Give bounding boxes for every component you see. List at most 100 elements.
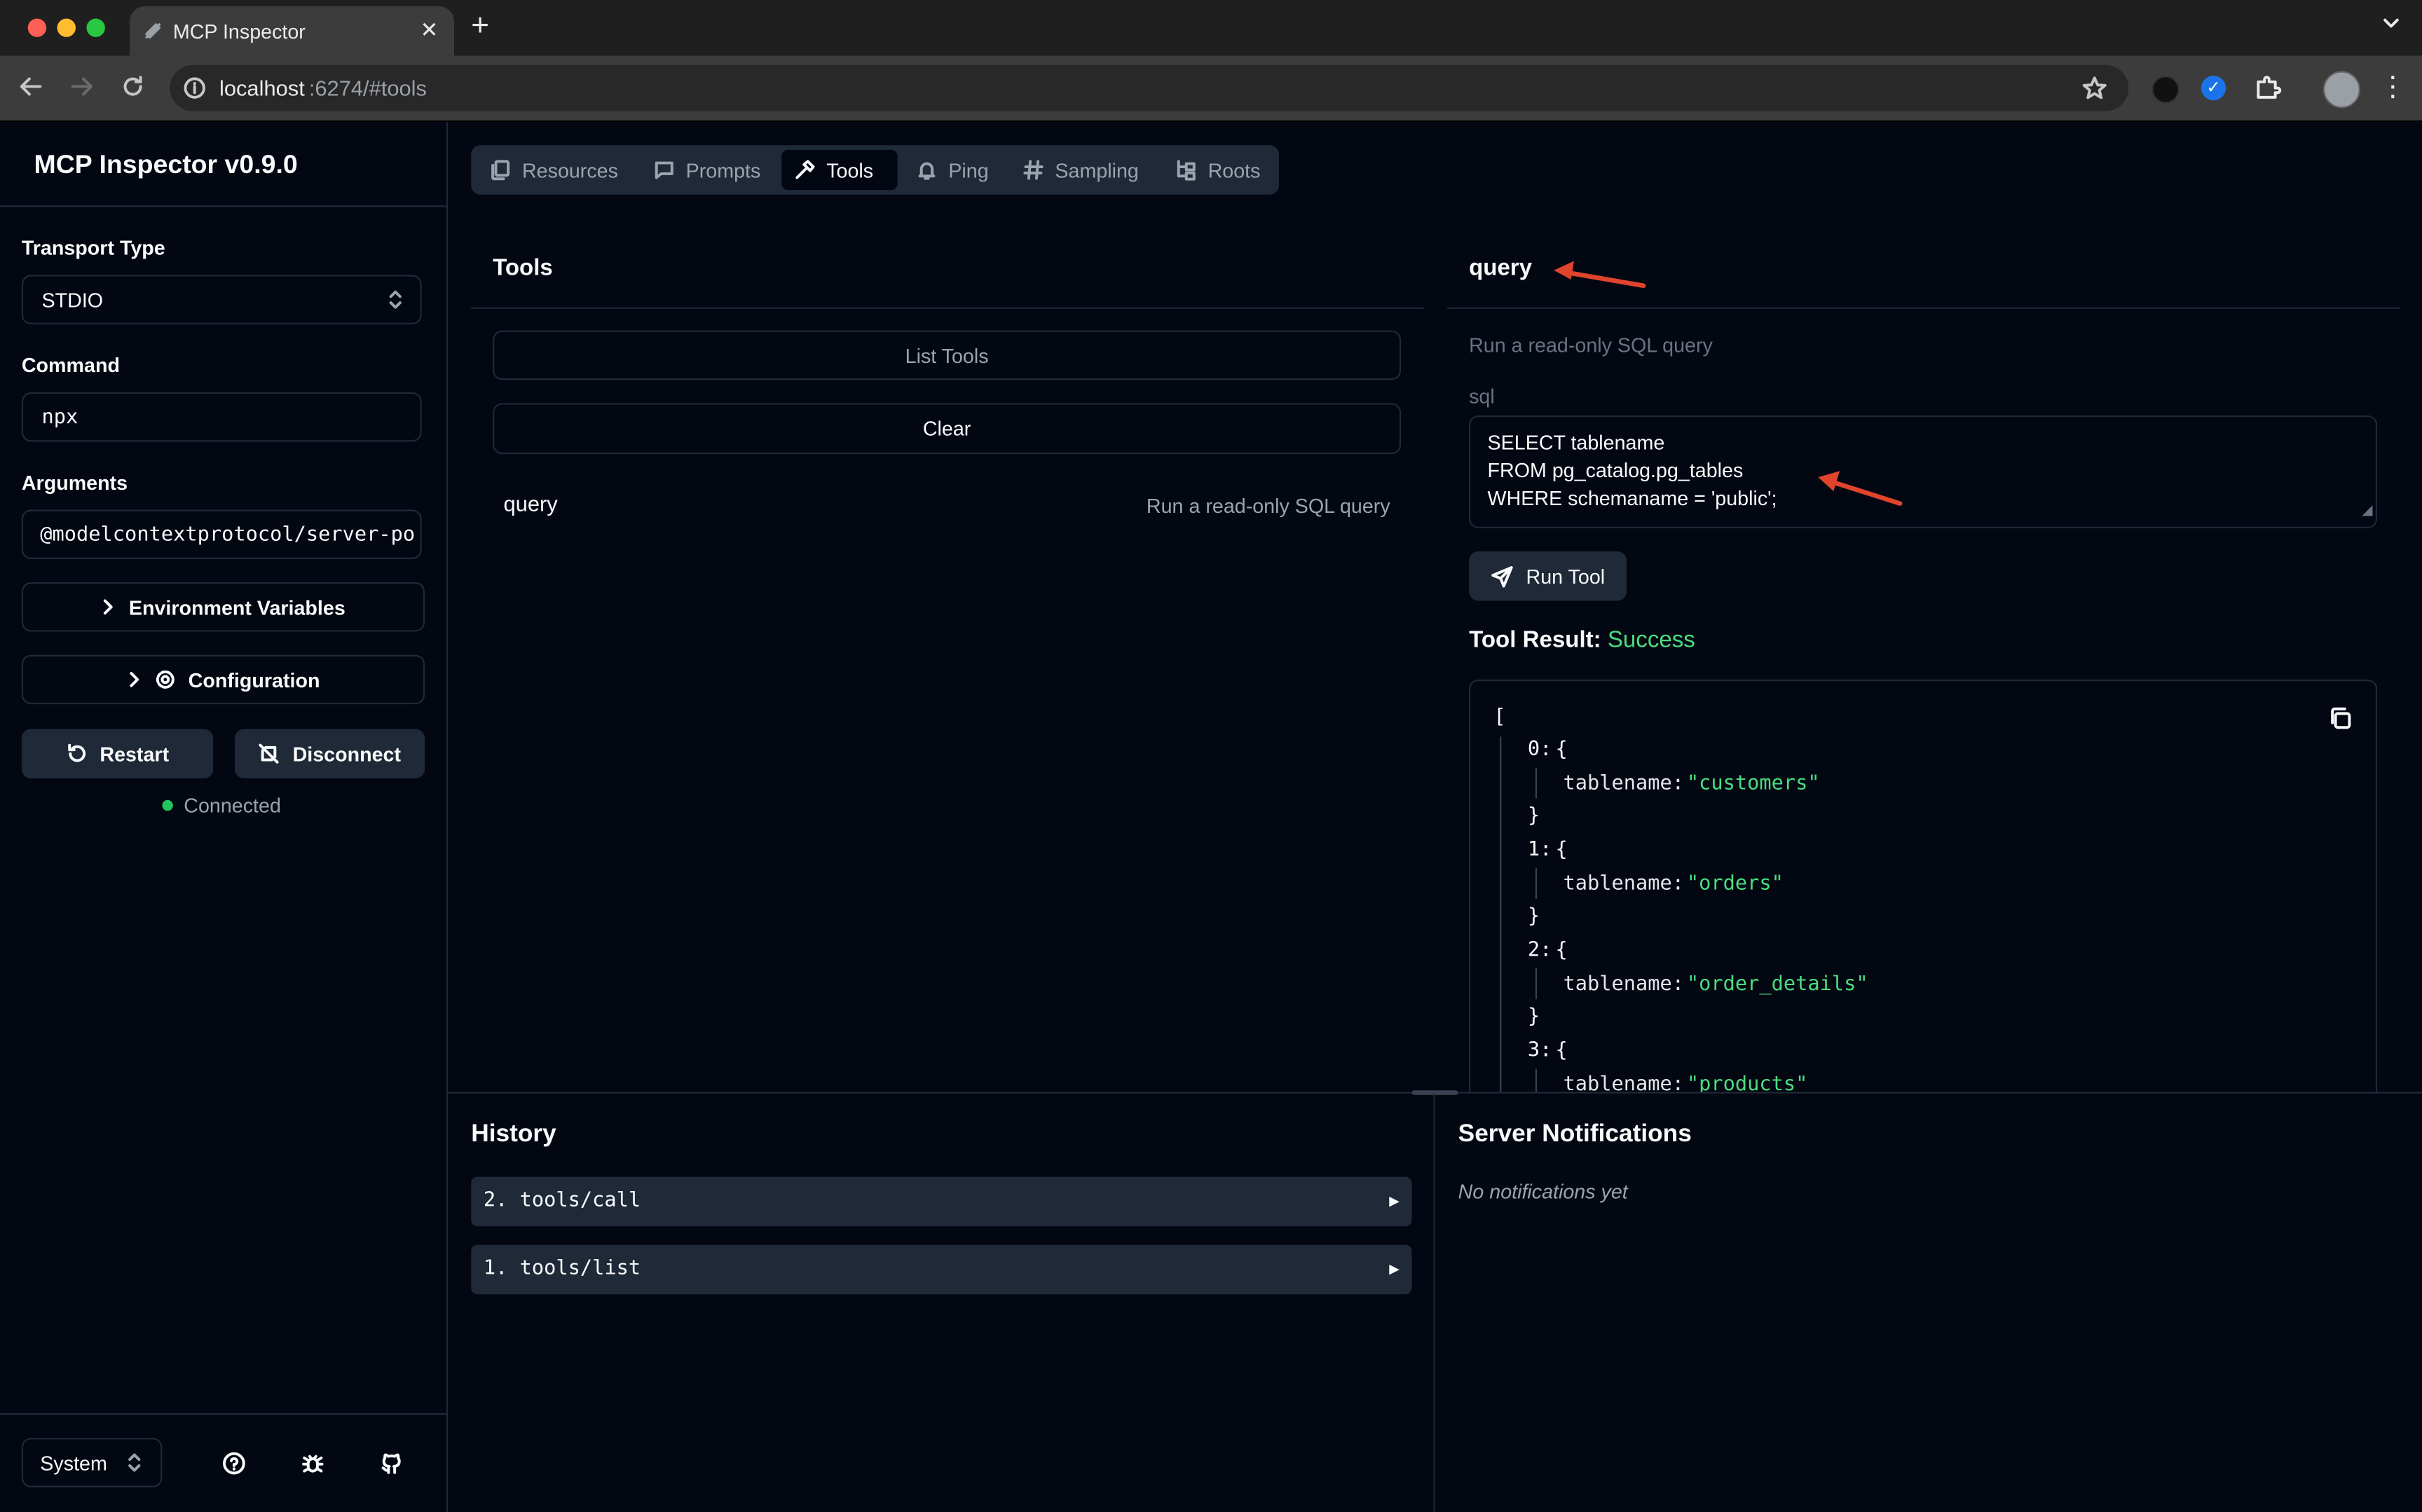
- list-tools-button[interactable]: List Tools: [493, 330, 1402, 380]
- tool-result-box[interactable]: [ 0: { tablename: "customers" } 1: { tab…: [1469, 679, 2378, 1128]
- history-item[interactable]: 1. tools/list ▶: [471, 1244, 1412, 1295]
- tool-detail-description: Run a read-only SQL query: [1469, 334, 1713, 357]
- bug-icon[interactable]: [301, 1452, 324, 1475]
- tab-roots-label: Roots: [1207, 158, 1261, 182]
- json-brace: {: [1555, 838, 1568, 862]
- files-icon: [490, 159, 512, 181]
- arguments-input[interactable]: @modelcontextprotocol/server-po: [21, 509, 422, 559]
- tab-tools-label: Tools: [826, 158, 874, 182]
- reload-icon[interactable]: [121, 74, 145, 99]
- tab-ping-label: Ping: [948, 158, 989, 182]
- history-title: History: [471, 1121, 556, 1148]
- transport-type-label: Transport Type: [21, 236, 165, 260]
- history-item-label: 1. tools/list: [483, 1257, 641, 1281]
- sql-line: WHERE schemaname = 'public';: [1487, 486, 1777, 510]
- browser-tab[interactable]: MCP Inspector ✕: [130, 6, 455, 56]
- theme-value: System: [40, 1452, 107, 1476]
- site-info-icon[interactable]: [184, 77, 205, 99]
- address-bar[interactable]: localhost :6274/#tools: [170, 64, 2129, 111]
- disconnect-button[interactable]: Disconnect: [235, 729, 425, 778]
- tool-result-label: Tool Result:: [1469, 626, 1601, 654]
- environment-variables-button[interactable]: Environment Variables: [21, 582, 425, 632]
- copy-icon[interactable]: [2328, 706, 2353, 730]
- sidebar: MCP Inspector v0.9.0 Transport Type STDI…: [0, 122, 449, 1512]
- extensions-puzzle-icon[interactable]: [2254, 74, 2282, 102]
- theme-select[interactable]: System: [21, 1438, 163, 1487]
- restart-button[interactable]: Restart: [21, 729, 214, 778]
- json-guide: [1535, 767, 1538, 799]
- github-icon[interactable]: [380, 1452, 403, 1475]
- tool-detail-divider: [1447, 307, 2401, 309]
- json-brace: }: [1527, 905, 1540, 928]
- sidebar-footer-divider: [0, 1413, 446, 1415]
- json-brace: }: [1527, 804, 1540, 828]
- help-circle-icon[interactable]: [222, 1452, 245, 1475]
- tool-result-status: Success: [1607, 626, 1695, 654]
- bookmark-star-icon[interactable]: [2082, 76, 2107, 100]
- tab-sampling[interactable]: Sampling: [1010, 150, 1151, 190]
- tab-ping[interactable]: Ping: [903, 150, 1001, 190]
- json-key: tablename:: [1563, 973, 1685, 996]
- sql-textarea[interactable]: SELECT tablename FROM pg_catalog.pg_tabl…: [1469, 415, 2378, 528]
- history-item[interactable]: 2. tools/call ▶: [471, 1176, 1412, 1227]
- connection-status: Connected: [162, 794, 281, 818]
- minimize-window-button[interactable]: [57, 18, 76, 37]
- tools-panel-title: Tools: [493, 254, 553, 282]
- transport-type-value: STDIO: [41, 289, 104, 312]
- list-tools-label: List Tools: [905, 343, 989, 367]
- favicon-icon: [142, 20, 164, 42]
- arguments-label: Arguments: [21, 471, 128, 495]
- close-tab-icon[interactable]: ✕: [420, 17, 439, 43]
- command-input[interactable]: npx: [21, 392, 422, 442]
- tool-name: query: [503, 490, 558, 516]
- close-window-button[interactable]: [27, 18, 47, 37]
- resize-handle-icon[interactable]: ◢: [2362, 496, 2372, 524]
- expand-triangle-icon: ▶: [1389, 1258, 1400, 1279]
- connection-status-text: Connected: [184, 794, 281, 818]
- tool-detail-title: query: [1469, 254, 1533, 282]
- bottom-panels-divider: [1433, 1093, 1435, 1512]
- sql-line: FROM pg_catalog.pg_tables: [1487, 458, 1744, 482]
- tab-prompts-label: Prompts: [685, 158, 761, 182]
- tab-search-icon[interactable]: [2381, 13, 2402, 34]
- status-dot: [162, 799, 173, 811]
- tab-resources[interactable]: Resources: [477, 150, 631, 190]
- tab-tools[interactable]: Tools: [781, 149, 898, 191]
- browser-menu-icon[interactable]: ⋮: [2379, 73, 2407, 101]
- run-tool-button[interactable]: Run Tool: [1469, 551, 1627, 601]
- server-notifications-title: Server Notifications: [1458, 1121, 1692, 1148]
- json-brace: }: [1527, 1005, 1540, 1029]
- tool-description: Run a read-only SQL query: [1146, 494, 1390, 518]
- annotation-arrow-sql: [1818, 471, 1903, 506]
- chevrons-up-down-icon: [127, 1452, 142, 1473]
- message-icon: [653, 159, 675, 181]
- extension-dark-icon[interactable]: [2151, 76, 2180, 104]
- profile-avatar[interactable]: [2322, 71, 2360, 109]
- chevron-right-icon: [126, 671, 142, 689]
- json-key: tablename:: [1563, 872, 1685, 896]
- json-bracket: [: [1493, 706, 1506, 729]
- app-title: MCP Inspector v0.9.0: [34, 149, 298, 179]
- configuration-button[interactable]: Configuration: [21, 654, 425, 705]
- transport-type-select[interactable]: STDIO: [21, 275, 422, 324]
- chevron-right-icon: [101, 598, 116, 616]
- annotation-arrow-title: [1554, 261, 1646, 289]
- json-guide: [1500, 736, 1502, 1126]
- tab-resources-label: Resources: [521, 158, 618, 182]
- url-host: localhost: [219, 76, 305, 101]
- maximize-window-button[interactable]: [86, 18, 105, 37]
- tab-sampling-label: Sampling: [1055, 158, 1139, 182]
- browser-tab-title: MCP Inspector: [172, 20, 306, 43]
- tool-list-item[interactable]: query Run a read-only SQL query: [493, 482, 1401, 528]
- send-icon: [1491, 565, 1514, 588]
- back-icon[interactable]: [18, 74, 43, 99]
- clear-tools-button[interactable]: Clear: [493, 403, 1402, 455]
- tab-roots[interactable]: Roots: [1163, 150, 1273, 190]
- forward-icon[interactable]: [69, 74, 94, 99]
- tab-prompts[interactable]: Prompts: [641, 150, 773, 190]
- gear-icon: [154, 668, 176, 690]
- extension-check-icon[interactable]: ✓: [2201, 76, 2226, 101]
- folder-tree-icon: [1175, 159, 1197, 181]
- chevrons-up-down-icon: [388, 289, 403, 310]
- new-tab-icon[interactable]: +: [471, 9, 489, 45]
